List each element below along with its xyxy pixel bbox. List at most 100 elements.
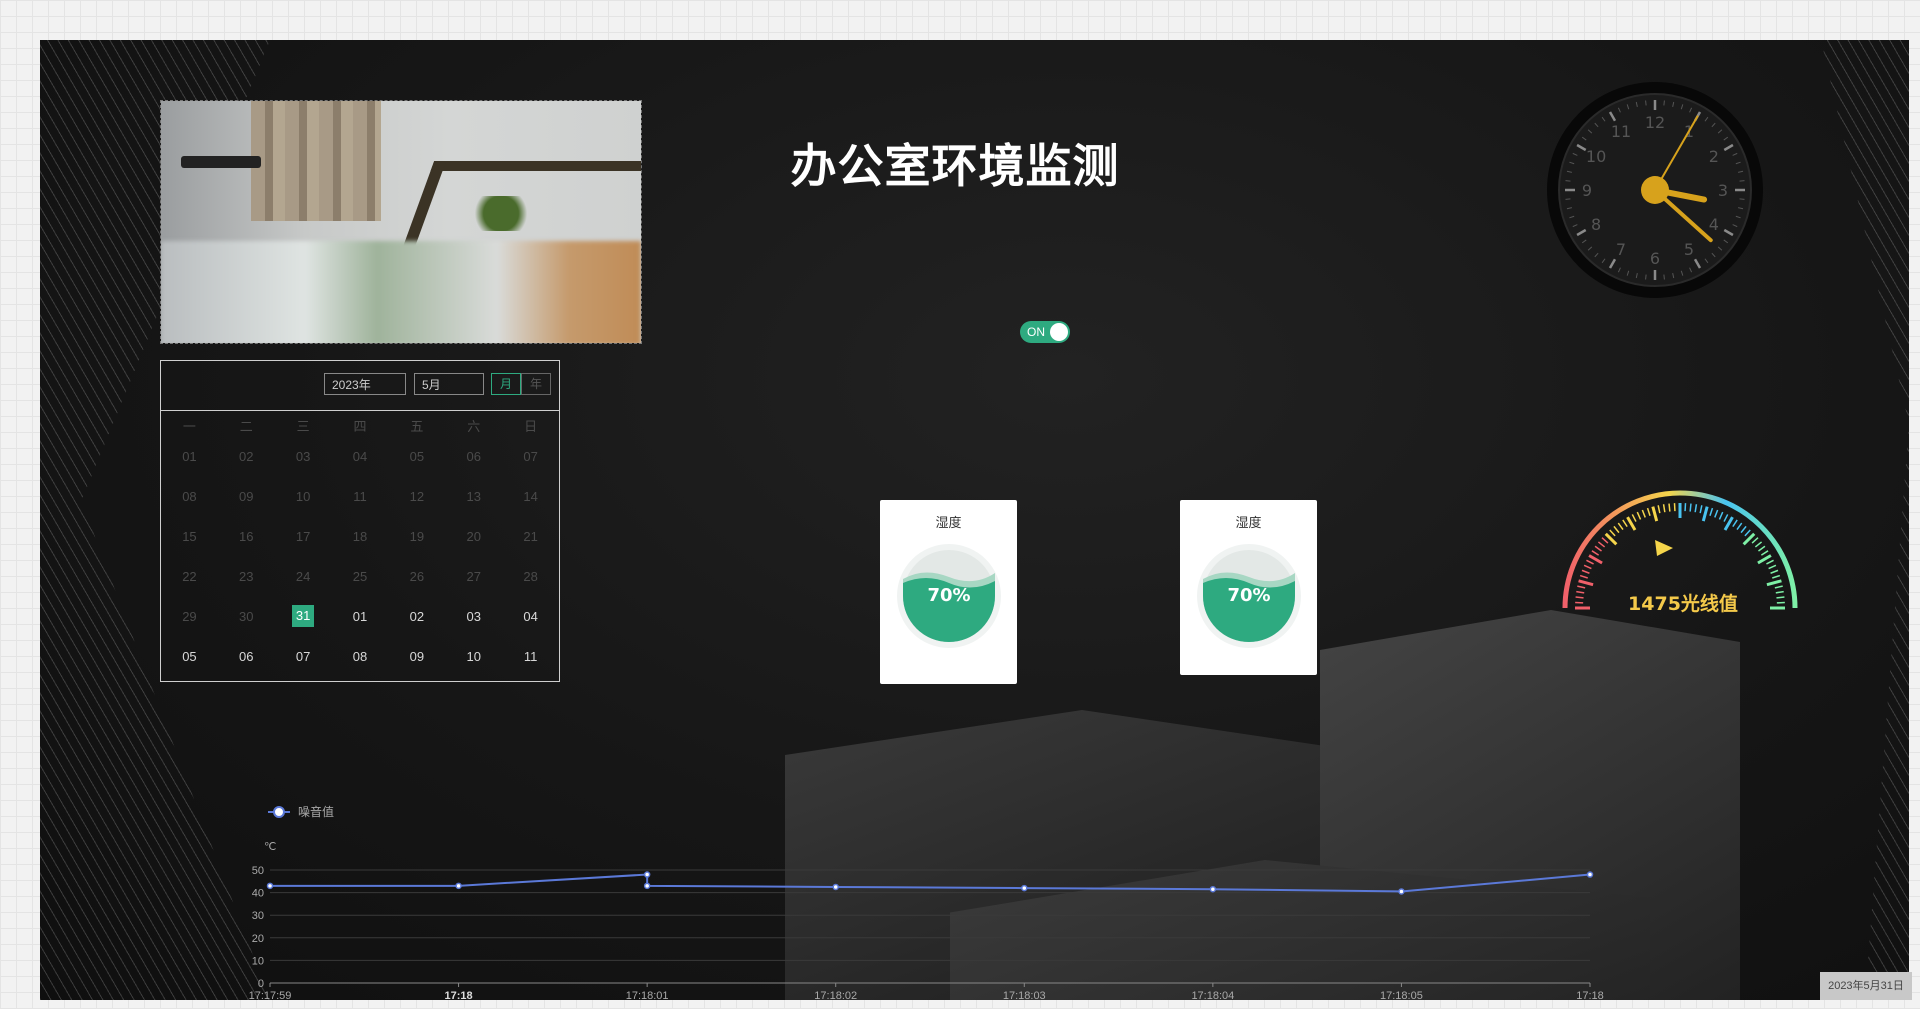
clock-number: 2 bbox=[1709, 147, 1719, 166]
calendar-day[interactable]: 10 bbox=[275, 489, 332, 504]
clock-number: 10 bbox=[1586, 147, 1606, 166]
gauge-tick bbox=[1751, 537, 1759, 544]
calendar-day[interactable]: 12 bbox=[388, 489, 445, 504]
humidity-liquid-gauge: 70% bbox=[896, 544, 1001, 648]
calendar-day[interactable]: 06 bbox=[445, 449, 502, 464]
humidity-label: 湿度 bbox=[935, 515, 962, 530]
calendar-day[interactable]: 05 bbox=[161, 649, 218, 664]
calendar-day[interactable]: 03 bbox=[445, 609, 502, 624]
gauge-tick bbox=[1583, 564, 1592, 570]
calendar-day[interactable]: 24 bbox=[275, 569, 332, 584]
weekday-label: 一 bbox=[182, 418, 196, 434]
humidity-value: 70% bbox=[927, 585, 970, 606]
gauge-tick bbox=[1581, 569, 1590, 574]
gauge-tick bbox=[1774, 585, 1783, 589]
calendar-day[interactable]: 08 bbox=[332, 649, 389, 664]
calendar-day[interactable]: 11 bbox=[332, 489, 389, 504]
calendar-day[interactable]: 01 bbox=[332, 609, 389, 624]
calendar-day[interactable]: 15 bbox=[161, 529, 218, 544]
calendar-week-row: 15 16 17 18 19 20 21 bbox=[161, 516, 559, 556]
humidity-liquid-gauge: 70% bbox=[1196, 544, 1301, 648]
calendar-day[interactable]: 08 bbox=[161, 489, 218, 504]
data-point bbox=[832, 883, 839, 891]
clock-number: 6 bbox=[1650, 249, 1660, 268]
gauge-tick bbox=[1591, 550, 1600, 556]
calendar-week-row: 08 09 10 11 12 13 14 bbox=[161, 476, 559, 516]
month-select[interactable]: 5月 bbox=[414, 373, 484, 395]
calendar-day[interactable]: 10 bbox=[445, 649, 502, 664]
weekday-label: 日 bbox=[524, 418, 538, 434]
calendar-day[interactable]: 13 bbox=[445, 489, 502, 504]
gauge-tick bbox=[1766, 579, 1782, 587]
weekday-label: 五 bbox=[410, 418, 424, 434]
gauge-tick bbox=[1714, 509, 1719, 518]
calendar-day[interactable]: 27 bbox=[445, 569, 502, 584]
x-tick-label: 17:18:05 bbox=[1380, 990, 1423, 1000]
calendar-day[interactable]: 26 bbox=[388, 569, 445, 584]
calendar-day[interactable]: 29 bbox=[161, 609, 218, 624]
calendar-day[interactable]: 28 bbox=[502, 569, 559, 584]
gauge-tick bbox=[1709, 507, 1714, 516]
y-axis-unit: ℃ bbox=[264, 841, 276, 853]
calendar-day[interactable]: 22 bbox=[161, 569, 218, 584]
gauge-tick bbox=[1651, 506, 1659, 522]
data-point bbox=[1398, 888, 1405, 895]
clock-tick bbox=[1565, 180, 1571, 182]
gauge-tick bbox=[1770, 569, 1779, 574]
clock-tick bbox=[1739, 180, 1745, 182]
calendar-day[interactable]: 11 bbox=[502, 649, 559, 664]
calendar-day[interactable]: 23 bbox=[218, 569, 275, 584]
calendar-day[interactable]: 19 bbox=[388, 529, 445, 544]
calendar-day[interactable]: 02 bbox=[388, 609, 445, 624]
gauge-tick bbox=[1668, 503, 1671, 512]
humidity-label: 湿度 bbox=[1235, 515, 1262, 530]
clock-tick bbox=[1663, 100, 1665, 106]
gauge-tick bbox=[1758, 545, 1766, 552]
calendar-day[interactable]: 04 bbox=[502, 609, 559, 624]
calendar: 2023年 5月 月 年 一二三四五六日 01 02 03 04 05 06 07 08 09 1… bbox=[160, 360, 560, 682]
calendar-day[interactable]: 03 bbox=[275, 449, 332, 464]
calendar-day[interactable]: 16 bbox=[218, 529, 275, 544]
gauge-tick bbox=[1601, 537, 1609, 544]
calendar-day[interactable]: 09 bbox=[388, 649, 445, 664]
calendar-day[interactable]: 18 bbox=[332, 529, 389, 544]
calendar-day[interactable]: 20 bbox=[445, 529, 502, 544]
gauge-tick bbox=[1613, 525, 1620, 534]
calendar-day[interactable]: 30 bbox=[218, 609, 275, 624]
calendar-day[interactable]: 07 bbox=[502, 449, 559, 464]
calendar-day[interactable]: 07 bbox=[275, 649, 332, 664]
mode-year-button[interactable]: 年 bbox=[521, 373, 551, 395]
gauge-tick bbox=[1657, 505, 1661, 514]
calendar-day[interactable]: 06 bbox=[218, 649, 275, 664]
gauge-tick bbox=[1689, 503, 1692, 512]
calendar-day[interactable]: 14 bbox=[502, 489, 559, 504]
data-point bbox=[266, 882, 274, 890]
legend-marker-icon bbox=[273, 806, 285, 818]
gauge-tick bbox=[1694, 504, 1698, 513]
humidity-card: 湿度 70% bbox=[1180, 500, 1317, 675]
gauge-tick bbox=[1578, 579, 1594, 587]
calendar-day-today[interactable]: 31 bbox=[275, 605, 332, 627]
x-tick-label: 17:18 bbox=[445, 990, 473, 1000]
calendar-day[interactable]: 09 bbox=[218, 489, 275, 504]
mode-month-button[interactable]: 月 bbox=[491, 373, 521, 395]
calendar-day[interactable]: 21 bbox=[502, 529, 559, 544]
data-point bbox=[643, 882, 651, 890]
calendar-day[interactable]: 05 bbox=[388, 449, 445, 464]
power-toggle[interactable]: ON bbox=[1020, 321, 1070, 343]
page-title: 办公室环境监测 bbox=[790, 139, 1120, 193]
gauge-tick bbox=[1597, 541, 1606, 548]
calendar-day[interactable]: 04 bbox=[332, 449, 389, 464]
calendar-grid: 一二三四五六日 01 02 03 04 05 06 07 08 09 10 11 12 13 14 15 16… bbox=[161, 414, 559, 676]
gauge-tick bbox=[1575, 596, 1584, 599]
clock-number: 12 bbox=[1645, 113, 1665, 132]
camera-feed bbox=[160, 100, 642, 344]
year-select[interactable]: 2023年 bbox=[324, 373, 406, 395]
calendar-day[interactable]: 25 bbox=[332, 569, 389, 584]
data-point bbox=[643, 871, 651, 878]
calendar-day[interactable]: 17 bbox=[275, 529, 332, 544]
clock-tick bbox=[1663, 274, 1665, 280]
x-tick-label: 17:18 bbox=[1576, 990, 1604, 1000]
calendar-day[interactable]: 02 bbox=[218, 449, 275, 464]
calendar-day[interactable]: 01 bbox=[161, 449, 218, 464]
